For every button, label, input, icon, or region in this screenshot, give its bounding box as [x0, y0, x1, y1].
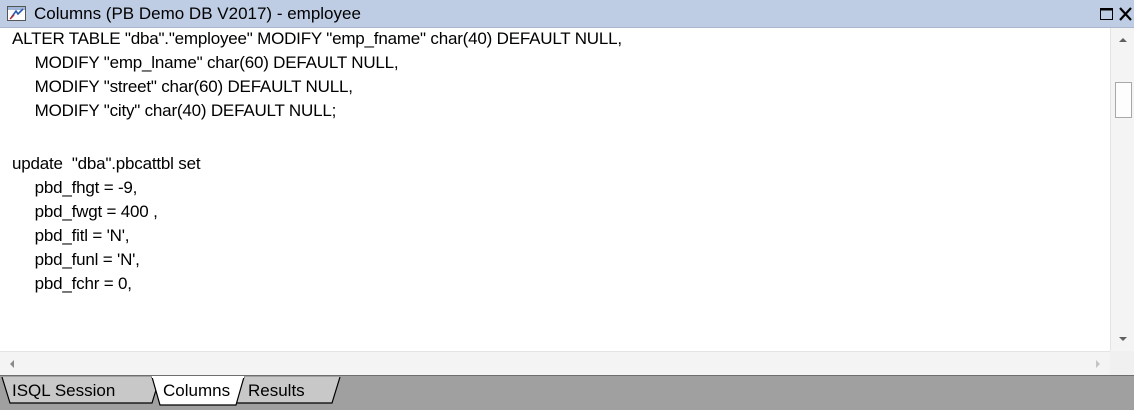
columns-window: Columns (PB Demo DB V2017) - employee AL… — [0, 0, 1134, 410]
scroll-right-arrow-icon[interactable] — [1086, 352, 1110, 376]
code-line[interactable]: pbd_fitl = 'N', — [12, 226, 130, 250]
vertical-scrollbar[interactable] — [1110, 28, 1134, 351]
scrollbar-corner — [1110, 351, 1134, 375]
scroll-left-arrow-icon[interactable] — [0, 352, 24, 376]
tab-results[interactable]: Results — [248, 381, 305, 401]
close-button[interactable] — [1117, 5, 1134, 23]
vertical-scroll-thumb[interactable] — [1115, 82, 1132, 118]
title-bar[interactable]: Columns (PB Demo DB V2017) - employee — [0, 0, 1134, 28]
tab-bar: ISQL Session Columns Results — [0, 375, 1134, 410]
tab-columns[interactable]: Columns — [163, 381, 230, 401]
maximize-button[interactable] — [1098, 5, 1116, 23]
columns-icon — [7, 6, 26, 21]
code-line[interactable]: MODIFY "street" char(60) DEFAULT NULL, — [12, 77, 353, 101]
code-line[interactable]: ALTER TABLE "dba"."employee" MODIFY "emp… — [12, 29, 622, 53]
sql-editor[interactable]: ALTER TABLE "dba"."employee" MODIFY "emp… — [0, 28, 1110, 351]
code-line[interactable]: pbd_fhgt = -9, — [12, 178, 138, 202]
code-line[interactable]: pbd_fwgt = 400 , — [12, 202, 158, 226]
tab-isql-session[interactable]: ISQL Session — [12, 381, 115, 401]
scroll-up-arrow-icon[interactable] — [1111, 28, 1134, 52]
scroll-down-arrow-icon[interactable] — [1111, 327, 1134, 351]
code-line[interactable]: MODIFY "emp_lname" char(60) DEFAULT NULL… — [12, 53, 399, 77]
code-line[interactable]: MODIFY "city" char(40) DEFAULT NULL; — [12, 101, 337, 125]
code-line[interactable]: update "dba".pbcattbl set — [12, 154, 201, 178]
window-title: Columns (PB Demo DB V2017) - employee — [34, 4, 361, 23]
code-line[interactable]: pbd_funl = 'N', — [12, 250, 140, 274]
code-line[interactable]: pbd_fchr = 0, — [12, 274, 132, 298]
horizontal-scrollbar[interactable] — [0, 351, 1110, 375]
